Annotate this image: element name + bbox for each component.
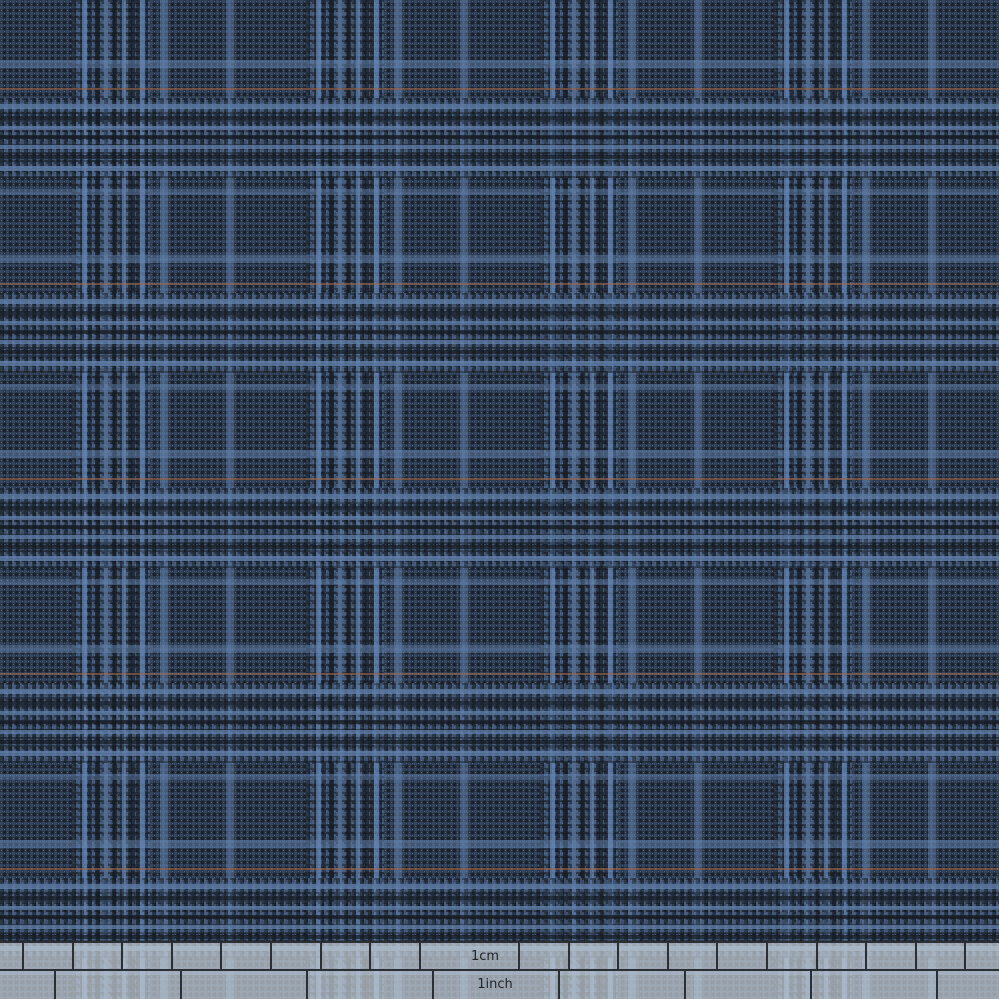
cm-tick — [667, 943, 669, 969]
inch-tick — [432, 971, 434, 999]
cm-tick — [568, 943, 570, 969]
inch-scale-row: 1inch — [0, 971, 999, 999]
cm-tick — [816, 943, 818, 969]
cm-tick — [617, 943, 619, 969]
inch-tick — [684, 971, 686, 999]
cm-tick — [171, 943, 173, 969]
cm-tick — [220, 943, 222, 969]
cm-scale-label: 1cm — [470, 949, 500, 964]
scale-ruler: 1cm 1inch — [0, 941, 999, 999]
inch-tick — [306, 971, 308, 999]
inch-scale-label: 1inch — [477, 977, 513, 992]
cm-tick — [270, 943, 272, 969]
cm-tick — [72, 943, 74, 969]
cm-tick — [369, 943, 371, 969]
inch-tick — [54, 971, 56, 999]
cm-tick — [22, 943, 24, 969]
cm-scale-row: 1cm — [0, 943, 999, 971]
glen-plaid-fabric-image — [0, 0, 999, 999]
inch-tick — [180, 971, 182, 999]
cm-tick — [419, 943, 421, 969]
inch-tick — [558, 971, 560, 999]
fabric-shade — [0, 0, 999, 999]
cm-tick — [518, 943, 520, 969]
cm-tick — [915, 943, 917, 969]
inch-tick — [810, 971, 812, 999]
cm-tick — [716, 943, 718, 969]
cm-tick — [964, 943, 966, 969]
inch-tick — [936, 971, 938, 999]
fabric-swatch-view: 1cm 1inch — [0, 0, 999, 999]
cm-tick — [320, 943, 322, 969]
cm-tick — [766, 943, 768, 969]
cm-tick — [865, 943, 867, 969]
cm-tick — [121, 943, 123, 969]
